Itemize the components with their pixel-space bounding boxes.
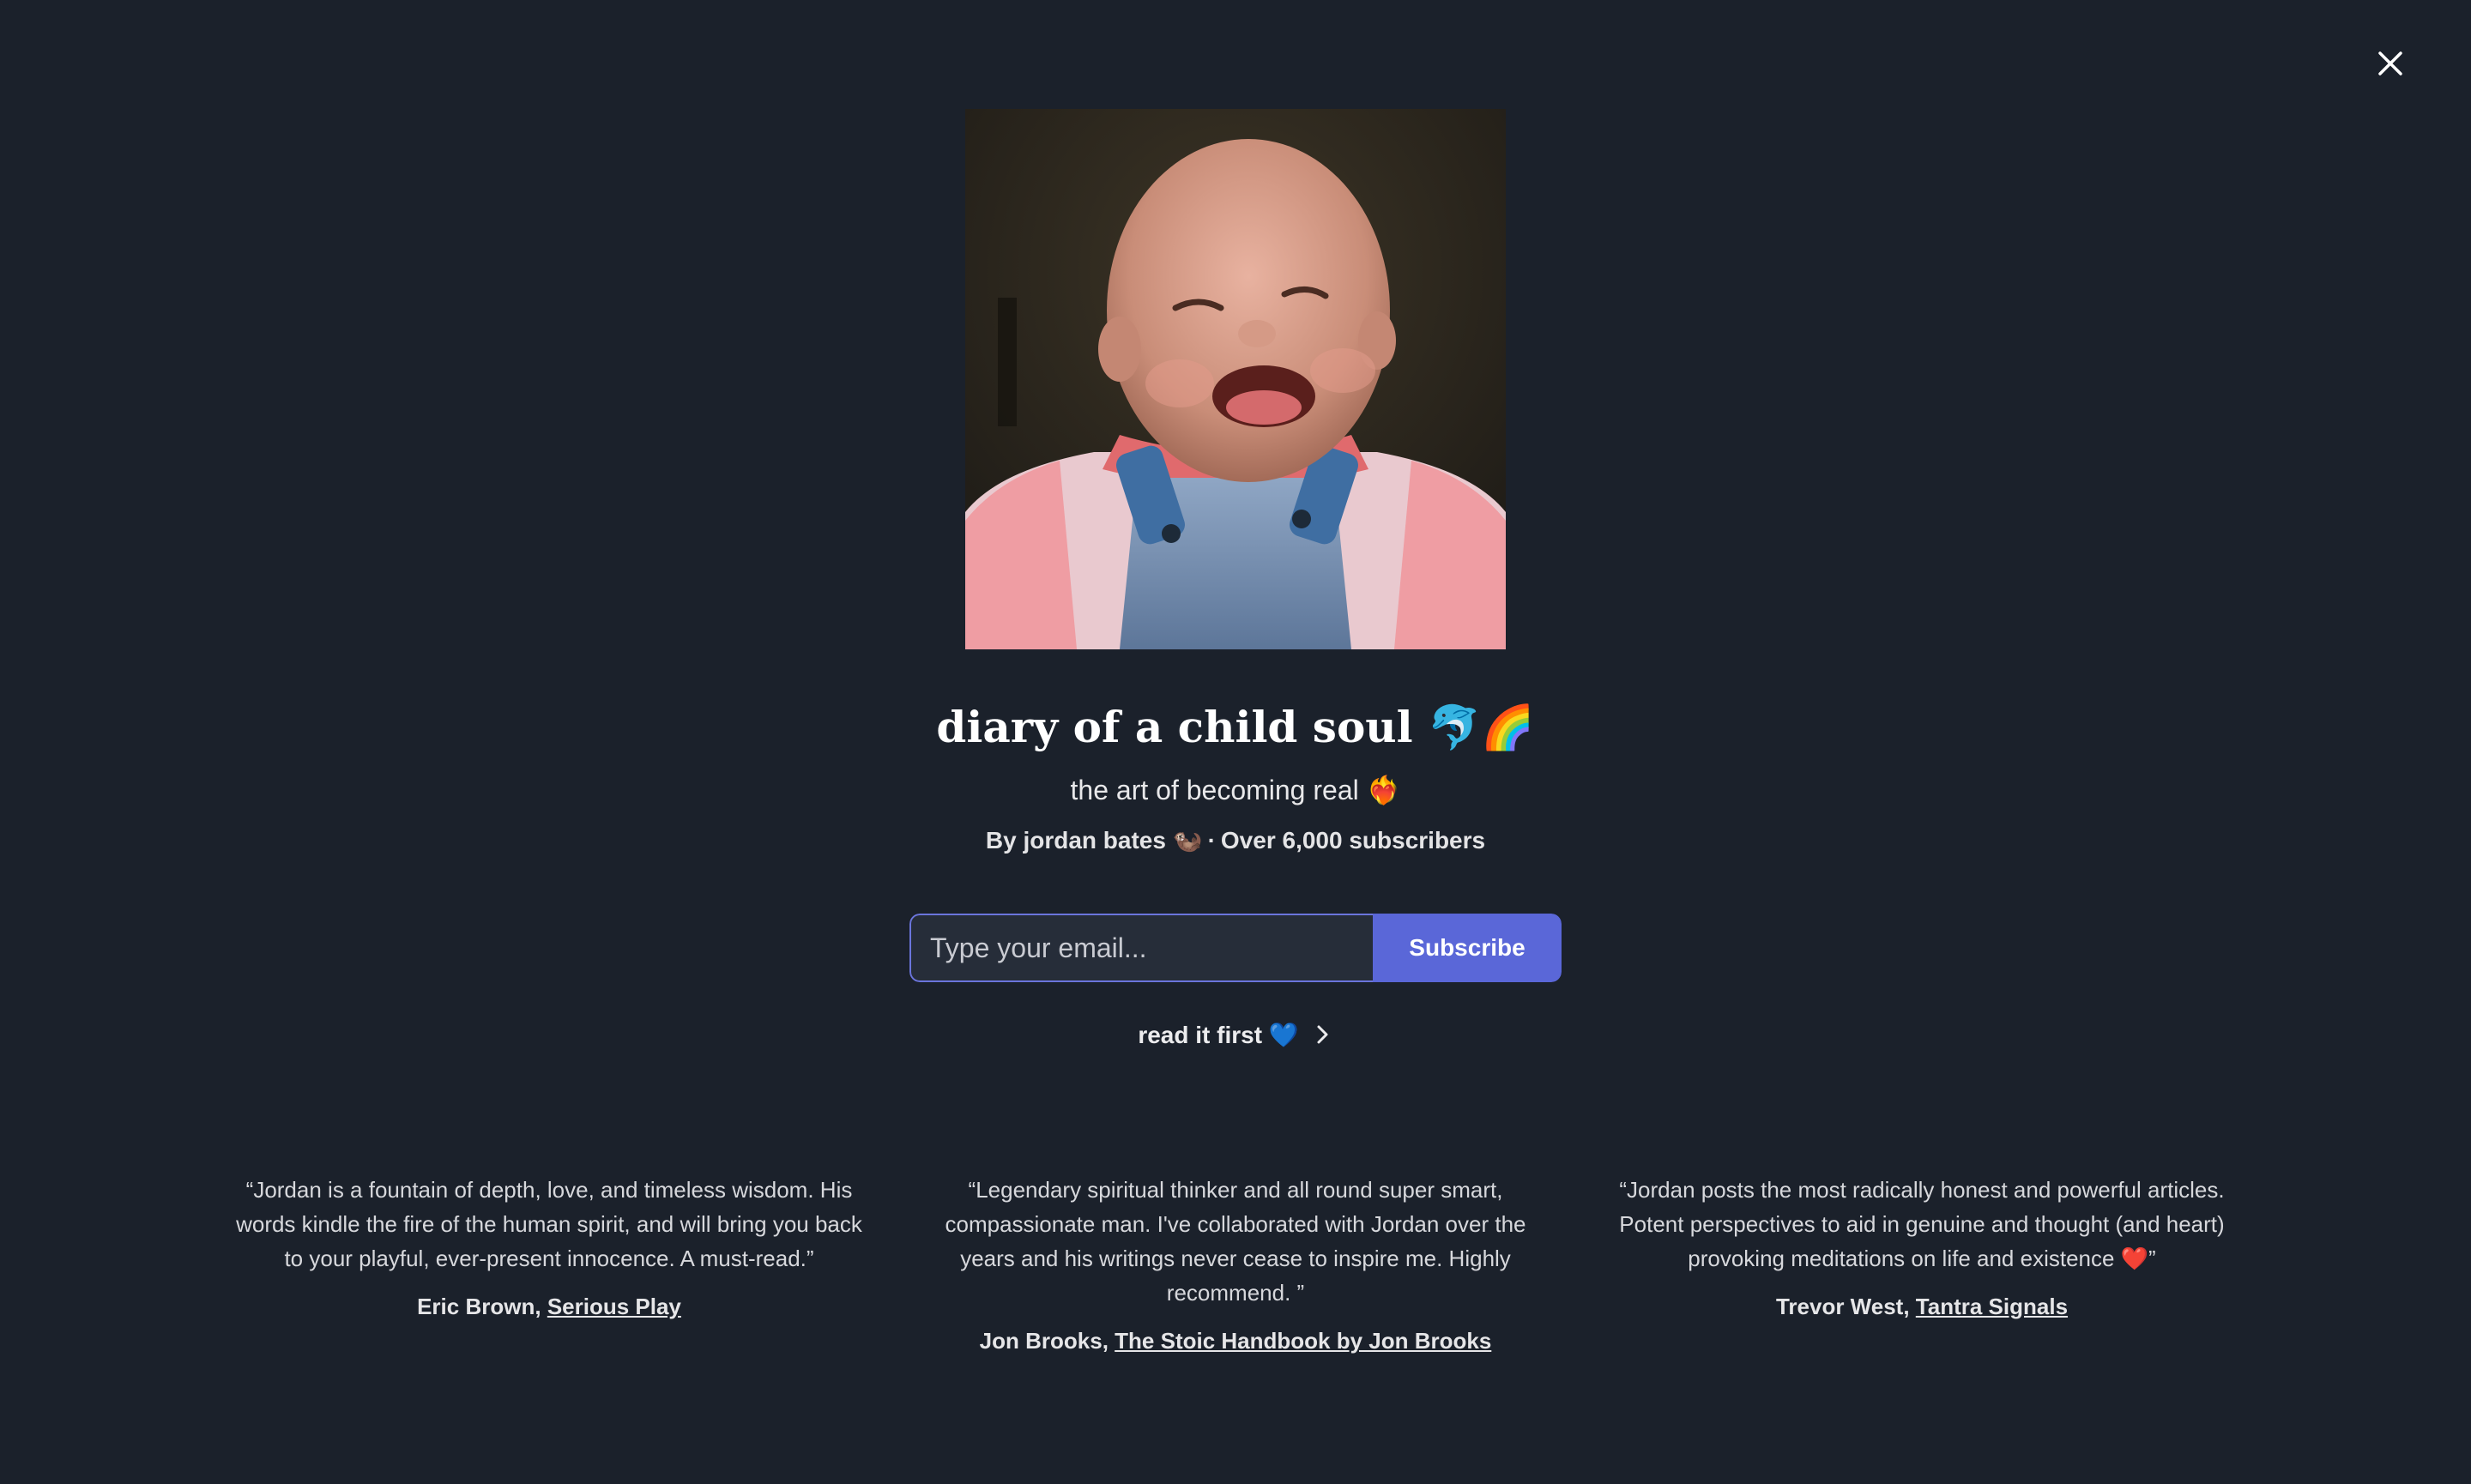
testimonial-author-name: Jon Brooks, (979, 1328, 1109, 1354)
testimonial-quote: “Jordan is a fountain of depth, love, an… (236, 1177, 862, 1271)
testimonial-author-link[interactable]: Tantra Signals (1916, 1294, 2068, 1319)
testimonial-card: “Legendary spiritual thinker and all rou… (918, 1173, 1553, 1358)
testimonial-author: Eric Brown, Serious Play (232, 1289, 867, 1324)
testimonial-card: “Jordan posts the most radically honest … (1604, 1173, 2239, 1324)
read-it-first-link[interactable]: read it first 💙 (1115, 1014, 1356, 1055)
meta-separator: · (1207, 827, 1216, 854)
close-icon (2378, 51, 2402, 75)
publication-cover-photo (965, 109, 1506, 649)
publication-subtitle: the art of becoming real ❤️‍🔥 (1070, 775, 1401, 805)
chevron-right-icon (1317, 1025, 1328, 1044)
subscribe-button[interactable]: Subscribe (1373, 914, 1562, 982)
subscriber-count: Over 6,000 subscribers (1220, 827, 1486, 854)
testimonial-card: “Jordan is a fountain of depth, love, an… (232, 1173, 867, 1324)
publication-title: diary of a child soul 🐬🌈 (936, 702, 1535, 752)
subscribe-form: Subscribe (909, 914, 1562, 982)
testimonial-quote: “Legendary spiritual thinker and all rou… (945, 1177, 1526, 1306)
email-input[interactable] (909, 914, 1373, 982)
close-button[interactable] (2371, 45, 2409, 82)
testimonial-author-link[interactable]: The Stoic Handbook by Jon Brooks (1115, 1328, 1491, 1354)
read-it-first-label: read it first 💙 (1138, 1021, 1299, 1048)
testimonial-author-name: Trevor West, (1775, 1294, 1910, 1319)
testimonial-author: Trevor West, Tantra Signals (1604, 1289, 2239, 1324)
author-byline[interactable]: By jordan bates 🦦 (986, 827, 1203, 854)
publication-meta: By jordan bates 🦦 · Over 6,000 subscribers (0, 822, 2471, 860)
testimonial-author-name: Eric Brown, (417, 1294, 541, 1319)
testimonial-author: Jon Brooks, The Stoic Handbook by Jon Br… (918, 1324, 1553, 1358)
testimonial-quote: “Jordan posts the most radically honest … (1619, 1177, 2225, 1271)
testimonial-author-link[interactable]: Serious Play (547, 1294, 681, 1319)
